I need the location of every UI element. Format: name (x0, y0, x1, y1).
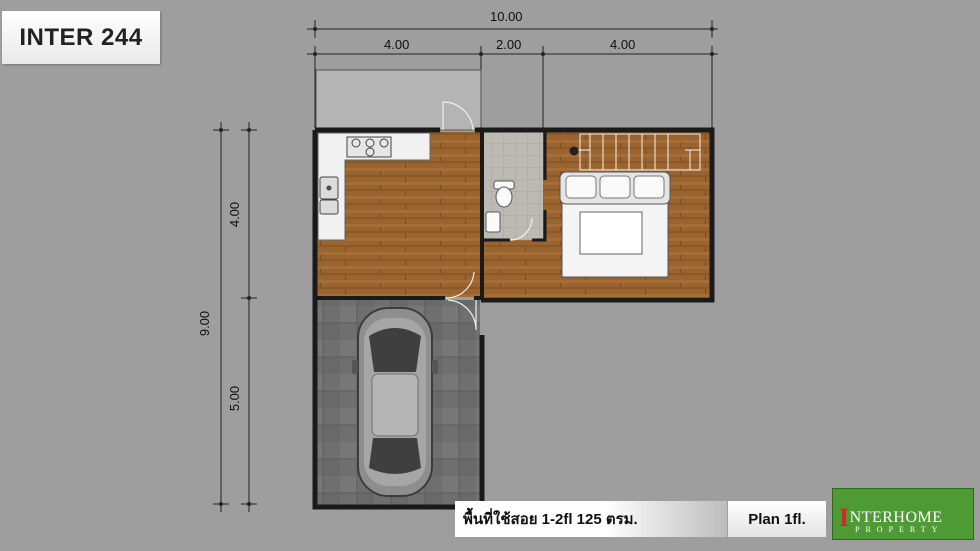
sink-icon (319, 176, 339, 215)
basin-icon (485, 211, 501, 233)
logo-subtitle: PROPERTY (855, 525, 944, 534)
dim-lower-depth: 5.00 (227, 385, 243, 412)
bed-icon (559, 171, 671, 278)
dim-left-width: 4.00 (384, 37, 410, 52)
usable-area-label: พื้นที่ใช้สอย 1-2fl 125 ตรม. (455, 501, 727, 537)
plan-level-label: Plan 1fl. (728, 501, 826, 537)
dim-upper-depth: 4.00 (227, 201, 243, 228)
dim-middle-width: 2.00 (496, 37, 522, 52)
terrace (315, 69, 482, 131)
car-icon (352, 307, 438, 497)
dim-total-depth: 9.00 (197, 310, 213, 337)
floor-plan (213, 20, 718, 512)
company-logo: INTERHOME PROPERTY (832, 488, 974, 540)
stove-icon (346, 136, 392, 158)
dim-total-width: 10.00 (490, 9, 523, 24)
dim-right-width: 4.00 (610, 37, 636, 52)
